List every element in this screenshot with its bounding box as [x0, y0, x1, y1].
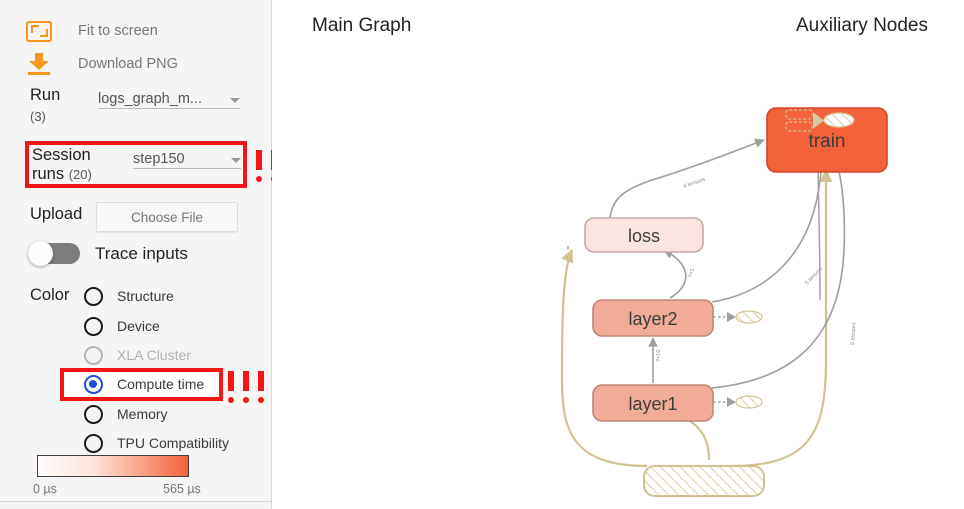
- edge-label: 5 tensors: [804, 266, 824, 287]
- session-runs-label: Session runs (20): [32, 146, 142, 184]
- run-dropdown[interactable]: logs_graph_m...: [98, 86, 240, 109]
- color-option-label: Structure: [117, 288, 174, 304]
- chevron-down-icon: [230, 98, 240, 103]
- graph-node-label: layer2: [628, 309, 677, 329]
- graph-node-label: loss: [628, 226, 660, 246]
- choose-file-button[interactable]: Choose File: [96, 202, 238, 232]
- radio-icon[interactable]: [84, 433, 103, 453]
- color-label: Color: [30, 286, 70, 304]
- choose-file-label: Choose File: [130, 209, 204, 225]
- color-option-memory[interactable]: Memory: [84, 403, 168, 425]
- radio-icon: [84, 345, 103, 365]
- edge-label: 4 tensors: [683, 177, 707, 190]
- run-count: (3): [30, 109, 46, 124]
- fit-to-screen-label: Fit to screen: [78, 23, 158, 39]
- radio-icon[interactable]: [84, 316, 103, 336]
- color-option-compute-time[interactable]: Compute time: [84, 373, 204, 395]
- session-runs-label-line2: runs: [32, 165, 65, 183]
- session-runs-label-line1: Session: [32, 146, 91, 164]
- graph-canvas[interactable]: Main Graph Auxiliary Nodes 4 tensors ?×1: [272, 0, 964, 509]
- download-png-label: Download PNG: [78, 56, 178, 72]
- color-option-label: XLA Cluster: [117, 347, 191, 363]
- graph-node-layer2[interactable]: layer2: [592, 299, 714, 337]
- legend-max-value: 565 µs: [163, 482, 201, 496]
- color-option-label: Device: [117, 318, 160, 334]
- download-icon: [26, 53, 52, 75]
- color-option-xla-cluster: XLA Cluster: [84, 344, 191, 366]
- graph-node-label: layer1: [628, 394, 677, 414]
- graph-svg: 4 tensors ?×1 ?×10 5 tensors 6 tensors t…: [560, 107, 888, 497]
- color-option-label: TPU Compatibility: [117, 435, 230, 451]
- color-option-device[interactable]: Device: [84, 315, 160, 337]
- fit-to-screen-icon: [26, 20, 52, 42]
- toggle-knob: [28, 241, 53, 266]
- run-dropdown-value: logs_graph_m...: [98, 91, 202, 107]
- sidebar-divider: [0, 501, 272, 502]
- session-runs-dropdown-value: step150: [133, 151, 185, 167]
- color-option-structure[interactable]: Structure: [84, 285, 174, 307]
- run-selector-block: Run (3) logs_graph_m...: [0, 86, 272, 132]
- graph-node-input[interactable]: [643, 465, 765, 497]
- edge-label: ?×10: [656, 350, 662, 362]
- radio-icon[interactable]: [84, 374, 103, 394]
- download-png-button[interactable]: Download PNG: [0, 49, 272, 79]
- legend-min-value: 0 µs: [33, 482, 57, 496]
- graph-node-label: train: [809, 131, 846, 152]
- upload-label: Upload: [30, 205, 83, 223]
- trace-inputs-toggle[interactable]: [28, 241, 80, 266]
- download-icon-slot: [0, 53, 78, 75]
- color-option-label: Memory: [117, 406, 168, 422]
- session-runs-count: (20): [68, 167, 92, 182]
- color-option-tpu-compatibility[interactable]: TPU Compatibility: [84, 432, 229, 454]
- color-option-label: Compute time: [117, 376, 205, 392]
- edge-label: 6 tensors: [850, 322, 858, 345]
- fit-to-screen-button[interactable]: Fit to screen: [0, 16, 272, 46]
- radio-icon[interactable]: [84, 404, 103, 424]
- graph-node-loss[interactable]: loss: [584, 217, 704, 253]
- control-sidebar: Fit to screen Download PNG Run (3) logs_…: [0, 0, 292, 509]
- compute-time-annotation: [228, 371, 264, 404]
- run-label: Run: [30, 86, 61, 104]
- trace-inputs-row[interactable]: Trace inputs: [28, 241, 188, 266]
- session-runs-dropdown[interactable]: step150: [133, 146, 241, 169]
- chevron-down-icon: [231, 158, 241, 163]
- edge-label: ?×1: [688, 268, 696, 278]
- fit-to-screen-icon-slot: [0, 20, 78, 42]
- graph-node-layer1[interactable]: layer1: [592, 384, 714, 422]
- radio-icon[interactable]: [84, 286, 103, 306]
- color-gradient-legend: [37, 455, 189, 477]
- trace-inputs-label: Trace inputs: [95, 243, 188, 263]
